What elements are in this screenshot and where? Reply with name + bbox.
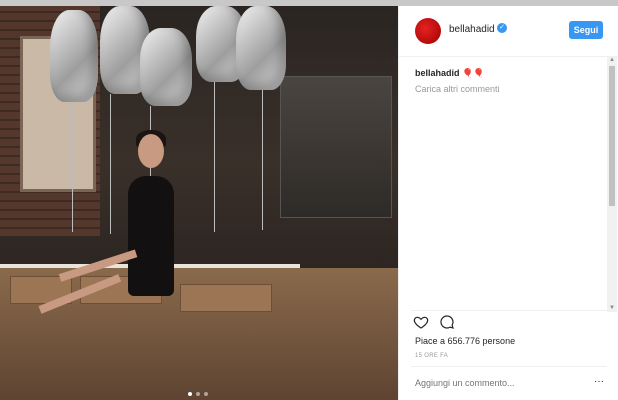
comment-input[interactable] <box>415 378 565 388</box>
balloon-string <box>72 102 73 232</box>
scroll-up-icon[interactable]: ▲ <box>608 56 616 64</box>
balloon-l <box>140 28 192 106</box>
carousel-indicator <box>188 392 208 396</box>
comments-scrollbar[interactable]: ▲ ▼ <box>607 56 617 312</box>
carousel-dot[interactable] <box>188 392 192 396</box>
divider <box>411 310 607 311</box>
balloon-b <box>50 10 98 102</box>
action-icons <box>413 314 455 330</box>
caption-username[interactable]: bellahadid <box>415 68 460 78</box>
post-caption: bellahadid 🎈🎈 <box>415 68 484 79</box>
balloon-string <box>110 94 111 234</box>
username-link[interactable]: bellahadid <box>449 24 495 35</box>
post-photo[interactable] <box>0 6 398 400</box>
balloon-a <box>236 6 286 90</box>
avatar-icon[interactable] <box>415 18 441 44</box>
balloon-string <box>214 82 215 232</box>
divider <box>411 366 607 367</box>
scroll-thumb[interactable] <box>609 66 615 206</box>
carousel-dot[interactable] <box>196 392 200 396</box>
carousel-dot[interactable] <box>204 392 208 396</box>
heart-icon[interactable] <box>413 314 429 330</box>
scroll-down-icon[interactable]: ▼ <box>608 304 616 312</box>
load-more-comments-link[interactable]: Carica altri commenti <box>415 84 500 94</box>
post-side-panel: bellahadid ✓ Segui bellahadid 🎈🎈 Carica … <box>398 6 618 400</box>
follow-button[interactable]: Segui <box>569 21 603 39</box>
comment-icon[interactable] <box>439 314 455 330</box>
balloon-string <box>262 90 263 230</box>
more-options-icon[interactable]: ··· <box>594 376 604 387</box>
post-header: bellahadid ✓ Segui <box>399 6 618 57</box>
background-window <box>280 76 392 218</box>
verified-badge-icon: ✓ <box>497 23 507 33</box>
post-timestamp: 15 ORE FA <box>415 353 449 359</box>
drawer <box>180 284 272 312</box>
model-head <box>138 134 164 168</box>
likes-count[interactable]: Piace a 656.776 persone <box>415 336 515 346</box>
model-dress <box>128 176 174 296</box>
caption-text: 🎈🎈 <box>462 68 485 78</box>
